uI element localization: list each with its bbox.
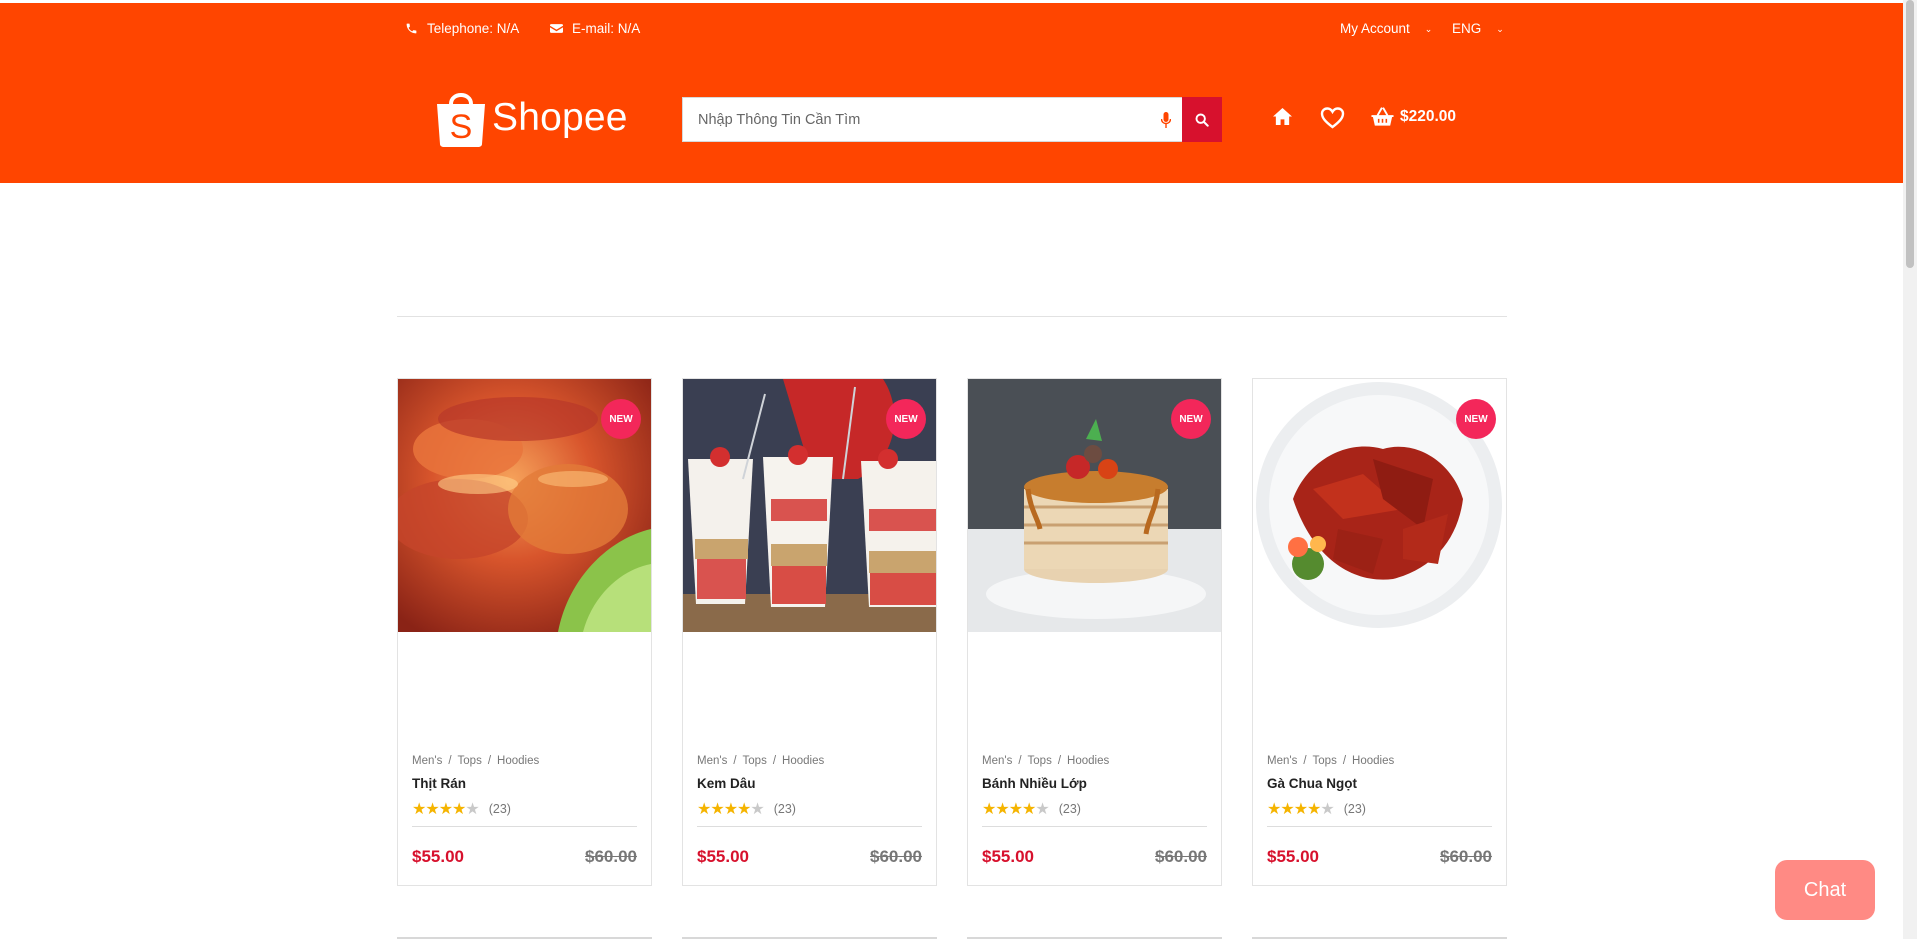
star-rating-icon: ★★★★★: [412, 801, 480, 818]
breadcrumb-link[interactable]: Men's: [697, 755, 727, 767]
home-icon: [1273, 107, 1292, 126]
breadcrumb: Men's / Tops / Hoodies: [982, 755, 1110, 767]
search-input[interactable]: [683, 98, 1150, 141]
product-rating: ★★★★★ (23): [412, 799, 511, 819]
home-button[interactable]: [1272, 107, 1293, 126]
email-text: E-mail: N/A: [572, 21, 641, 36]
product-rating: ★★★★★ (23): [982, 799, 1081, 819]
review-count: (23): [1343, 802, 1366, 816]
breadcrumb-link[interactable]: Men's: [982, 755, 1012, 767]
product-price: $55.00: [412, 847, 464, 866]
product-image[interactable]: NEW: [968, 379, 1221, 632]
product-card[interactable]: NEW Men's / Tops / Hoodies Bánh Nhiều Lớp ★★…: [967, 378, 1222, 886]
product-old-price: $60.00: [1440, 847, 1492, 866]
breadcrumb: Men's / Tops / Hoodies: [697, 755, 825, 767]
my-account-dropdown[interactable]: My Account ⌄: [1340, 21, 1432, 36]
product-rating: ★★★★★ (23): [697, 799, 796, 819]
breadcrumb-link[interactable]: Men's: [1267, 755, 1297, 767]
breadcrumb-link[interactable]: Hoodies: [782, 755, 824, 767]
svg-text:S: S: [450, 108, 473, 146]
product-name[interactable]: Thịt Rán: [412, 776, 466, 791]
breadcrumb: Men's / Tops / Hoodies: [1267, 755, 1395, 767]
envelope-icon: [550, 24, 563, 33]
microphone-button[interactable]: [1150, 98, 1182, 141]
page: Telephone: N/A E-mail: N/A My Account ⌄ E…: [0, 0, 1903, 939]
new-badge: NEW: [1456, 399, 1496, 439]
heart-icon: [1320, 107, 1345, 129]
chevron-down-icon: ⌄: [1424, 24, 1433, 34]
product-old-price: $60.00: [870, 847, 922, 866]
product-old-price: $60.00: [585, 847, 637, 866]
breadcrumb-link[interactable]: Hoodies: [1067, 755, 1109, 767]
product-price: $55.00: [982, 847, 1034, 866]
my-account-label: My Account: [1340, 21, 1410, 36]
review-count: (23): [488, 802, 511, 816]
breadcrumb-link[interactable]: Tops: [1313, 755, 1337, 767]
card-divider: [982, 826, 1207, 827]
product-rating: ★★★★★ (23): [1267, 799, 1366, 819]
product-old-price: $60.00: [1155, 847, 1207, 866]
product-card[interactable]: NEW Men's / Tops / Hoodies Thịt Rán ★★★★★ (2…: [397, 378, 652, 886]
language-dropdown[interactable]: ENG ⌄: [1452, 21, 1504, 36]
breadcrumb-link[interactable]: Tops: [1028, 755, 1052, 767]
product-card[interactable]: NEW Men's / Tops / Hoodies Gà Chua Ngọt ★★★★…: [1252, 378, 1507, 886]
product-name[interactable]: Bánh Nhiều Lớp: [982, 776, 1087, 791]
product-price: $55.00: [1267, 847, 1319, 866]
breadcrumb-link[interactable]: Tops: [458, 755, 482, 767]
search-bar: [682, 97, 1222, 142]
new-badge: NEW: [601, 399, 641, 439]
product-price: $55.00: [697, 847, 749, 866]
star-rating-icon: ★★★★★: [1267, 801, 1335, 818]
telephone-link[interactable]: Telephone: N/A: [405, 21, 519, 36]
cart-button[interactable]: $220.00: [1371, 107, 1456, 127]
new-badge: NEW: [886, 399, 926, 439]
shopping-bag-icon: S: [437, 93, 485, 147]
search-button[interactable]: [1182, 97, 1222, 142]
search-icon: [1195, 113, 1209, 127]
breadcrumb-link[interactable]: Hoodies: [497, 755, 539, 767]
product-image[interactable]: NEW: [1253, 379, 1506, 632]
product-name[interactable]: Gà Chua Ngọt: [1267, 776, 1357, 791]
product-image[interactable]: NEW: [398, 379, 651, 632]
breadcrumb-link[interactable]: Hoodies: [1352, 755, 1394, 767]
breadcrumb-link[interactable]: Tops: [743, 755, 767, 767]
breadcrumb-link[interactable]: Men's: [412, 755, 442, 767]
vertical-scrollbar[interactable]: [1903, 0, 1917, 939]
star-rating-icon: ★★★★★: [982, 801, 1050, 818]
card-divider: [1267, 826, 1492, 827]
star-rating-icon: ★★★★★: [697, 801, 765, 818]
product-name[interactable]: Kem Dâu: [697, 776, 756, 791]
telephone-text: Telephone: N/A: [427, 21, 520, 36]
site-header: Telephone: N/A E-mail: N/A My Account ⌄ E…: [0, 3, 1903, 183]
breadcrumb: Men's / Tops / Hoodies: [412, 755, 540, 767]
language-label: ENG: [1452, 21, 1482, 36]
basket-icon: [1371, 107, 1394, 126]
wishlist-button[interactable]: [1320, 107, 1345, 129]
new-badge: NEW: [1171, 399, 1211, 439]
cart-total: $220.00: [1400, 108, 1457, 125]
logo-text: Shopee: [492, 96, 628, 139]
card-divider: [412, 826, 637, 827]
microphone-icon: [1161, 111, 1171, 128]
review-count: (23): [773, 802, 796, 816]
section-divider: [397, 316, 1507, 317]
product-card[interactable]: NEW Men's / Tops / Hoodies Kem Dâu ★★★★★ (23…: [682, 378, 937, 886]
phone-icon: [406, 23, 417, 34]
chevron-down-icon: ⌄: [1496, 24, 1504, 34]
card-divider: [697, 826, 922, 827]
email-link[interactable]: E-mail: N/A: [550, 21, 640, 36]
chat-button[interactable]: Chat: [1775, 860, 1875, 920]
scrollbar-thumb[interactable]: [1906, 0, 1914, 268]
review-count: (23): [1058, 802, 1081, 816]
product-image[interactable]: NEW: [683, 379, 936, 632]
shopee-logo[interactable]: S Shopee: [434, 88, 628, 148]
